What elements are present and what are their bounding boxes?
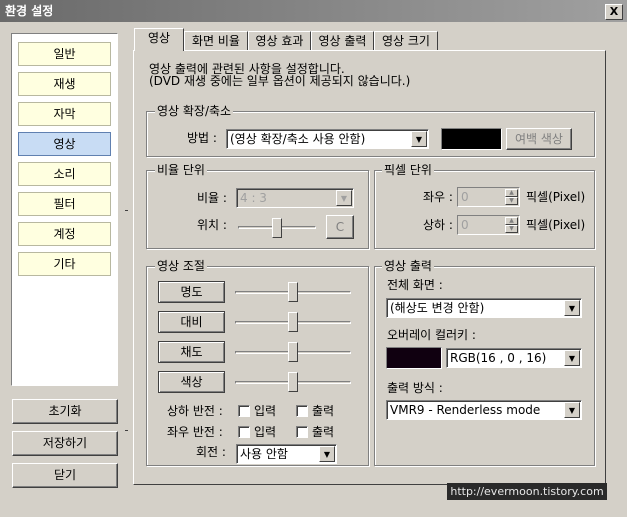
stepper-up-icon[interactable]: ▲: [505, 217, 518, 225]
category-general[interactable]: 일반: [18, 42, 111, 66]
center-button[interactable]: C: [326, 215, 354, 239]
category-list: 일반 재생 자막 영상 소리 필터 계정 기타: [11, 33, 118, 386]
reset-button[interactable]: 초기화: [12, 399, 118, 424]
lr-unit: 픽셀(Pixel): [526, 190, 586, 204]
scale-method-select[interactable]: (영상 확장/축소 사용 안함) ▼: [226, 129, 429, 149]
chevron-down-icon: ▼: [564, 350, 580, 366]
scale-method-label: 방법 :: [187, 131, 217, 145]
saturation-button[interactable]: 채도: [158, 341, 225, 363]
brightness-slider-thumb[interactable]: [288, 282, 298, 302]
chevron-down-icon: ▼: [564, 402, 580, 418]
tab-video-effects[interactable]: 영상 효과: [248, 31, 311, 51]
rotate-select[interactable]: 사용 안함 ▼: [236, 444, 337, 464]
pixel-group: [374, 170, 595, 249]
tab-aspect-ratio[interactable]: 화면 비율: [184, 31, 248, 51]
ratio-group-title: 비율 단위: [155, 163, 207, 177]
overlay-color-swatch[interactable]: [386, 347, 442, 369]
stepper-up-icon[interactable]: ▲: [505, 189, 518, 197]
category-playback[interactable]: 재생: [18, 72, 111, 96]
window-titlebar: 환경 설정: [0, 0, 627, 22]
save-button[interactable]: 저장하기: [12, 431, 118, 456]
lr-label: 좌우 :: [423, 190, 453, 204]
margin-color-swatch[interactable]: [441, 128, 502, 150]
stepper-down-icon[interactable]: ▼: [505, 225, 518, 233]
chevron-down-icon: ▼: [411, 131, 427, 147]
flip-horizontal-input-checkbox[interactable]: [238, 426, 250, 438]
hue-button[interactable]: 색상: [158, 371, 225, 393]
brightness-button[interactable]: 명도: [158, 281, 225, 303]
flip-vertical-input-checkbox[interactable]: [238, 405, 250, 417]
tab-video[interactable]: 영상: [134, 28, 184, 51]
description-line2: (DVD 재생 중에는 일부 옵션이 제공되지 않습니다.): [149, 74, 411, 88]
lr-value: 0: [461, 190, 469, 204]
tab-video-size[interactable]: 영상 크기: [374, 31, 438, 51]
hue-slider-thumb[interactable]: [288, 372, 298, 392]
lr-stepper[interactable]: 0 ▲ ▼: [457, 187, 520, 207]
overlay-colorkey-label: 오버레이 컬러키 :: [387, 328, 476, 342]
flip-vertical-output-checkbox[interactable]: [296, 405, 308, 417]
output-method-value: VMR9 - Renderless mode: [390, 403, 541, 417]
flip-vertical-label: 상하 반전 :: [167, 404, 223, 418]
category-etc[interactable]: 기타: [18, 252, 111, 276]
chevron-down-icon: ▼: [336, 190, 352, 206]
overlay-colorkey-select[interactable]: RGB(16 , 0 , 16) ▼: [446, 348, 582, 368]
stepper-down-icon[interactable]: ▼: [505, 197, 518, 205]
saturation-slider-thumb[interactable]: [288, 342, 298, 362]
ud-label: 상하 :: [423, 218, 453, 232]
ratio-select[interactable]: 4 : 3 ▼: [236, 188, 354, 208]
output-method-label: 출력 방식 :: [387, 381, 443, 395]
ratio-value: 4 : 3: [240, 191, 267, 205]
adjust-group-title: 영상 조절: [155, 259, 207, 273]
window-title: 환경 설정: [5, 4, 54, 18]
chevron-down-icon: ▼: [319, 446, 335, 462]
flip-vertical-input-label: 입력: [254, 404, 277, 418]
pixel-group-title: 픽셀 단위: [382, 163, 434, 177]
category-sound[interactable]: 소리: [18, 162, 111, 186]
flip-horizontal-label: 좌우 반전 :: [167, 425, 223, 439]
flip-horizontal-input-label: 입력: [254, 425, 277, 439]
ud-value: 0: [461, 218, 469, 232]
watermark: http://evermoon.tistory.com: [447, 483, 607, 500]
rotate-label: 회전 :: [196, 445, 226, 459]
fullscreen-value: (해상도 변경 안함): [390, 301, 485, 315]
rotate-value: 사용 안함: [240, 447, 288, 461]
flip-horizontal-output-checkbox[interactable]: [296, 426, 308, 438]
scale-group-title: 영상 확장/축소: [155, 104, 234, 118]
tab-video-output[interactable]: 영상 출력: [311, 31, 374, 51]
ud-unit: 픽셀(Pixel): [526, 218, 586, 232]
close-icon[interactable]: X: [605, 4, 623, 20]
separator-dot: [125, 210, 128, 211]
category-account[interactable]: 계정: [18, 222, 111, 246]
position-slider-thumb[interactable]: [272, 218, 282, 238]
flip-vertical-output-label: 출력: [312, 404, 335, 418]
output-group-title: 영상 출력: [382, 259, 434, 273]
flip-horizontal-output-label: 출력: [312, 425, 335, 439]
contrast-slider-thumb[interactable]: [288, 312, 298, 332]
scale-method-value: (영상 확장/축소 사용 안함): [230, 132, 366, 146]
chevron-down-icon: ▼: [564, 300, 580, 316]
separator-dot: [125, 430, 128, 431]
category-filter[interactable]: 필터: [18, 192, 111, 216]
category-video[interactable]: 영상: [18, 132, 111, 156]
fullscreen-label: 전체 화면 :: [387, 278, 443, 292]
position-label: 위치 :: [197, 218, 227, 232]
fullscreen-select[interactable]: (해상도 변경 안함) ▼: [386, 298, 582, 318]
overlay-colorkey-value: RGB(16 , 0 , 16): [450, 351, 547, 365]
category-subtitle[interactable]: 자막: [18, 102, 111, 126]
close-button[interactable]: 닫기: [12, 463, 118, 488]
ratio-label: 비율 :: [197, 191, 227, 205]
margin-color-button[interactable]: 여백 색상: [506, 128, 572, 150]
ud-stepper[interactable]: 0 ▲ ▼: [457, 215, 520, 235]
output-method-select[interactable]: VMR9 - Renderless mode ▼: [386, 400, 582, 420]
contrast-button[interactable]: 대비: [158, 311, 225, 333]
